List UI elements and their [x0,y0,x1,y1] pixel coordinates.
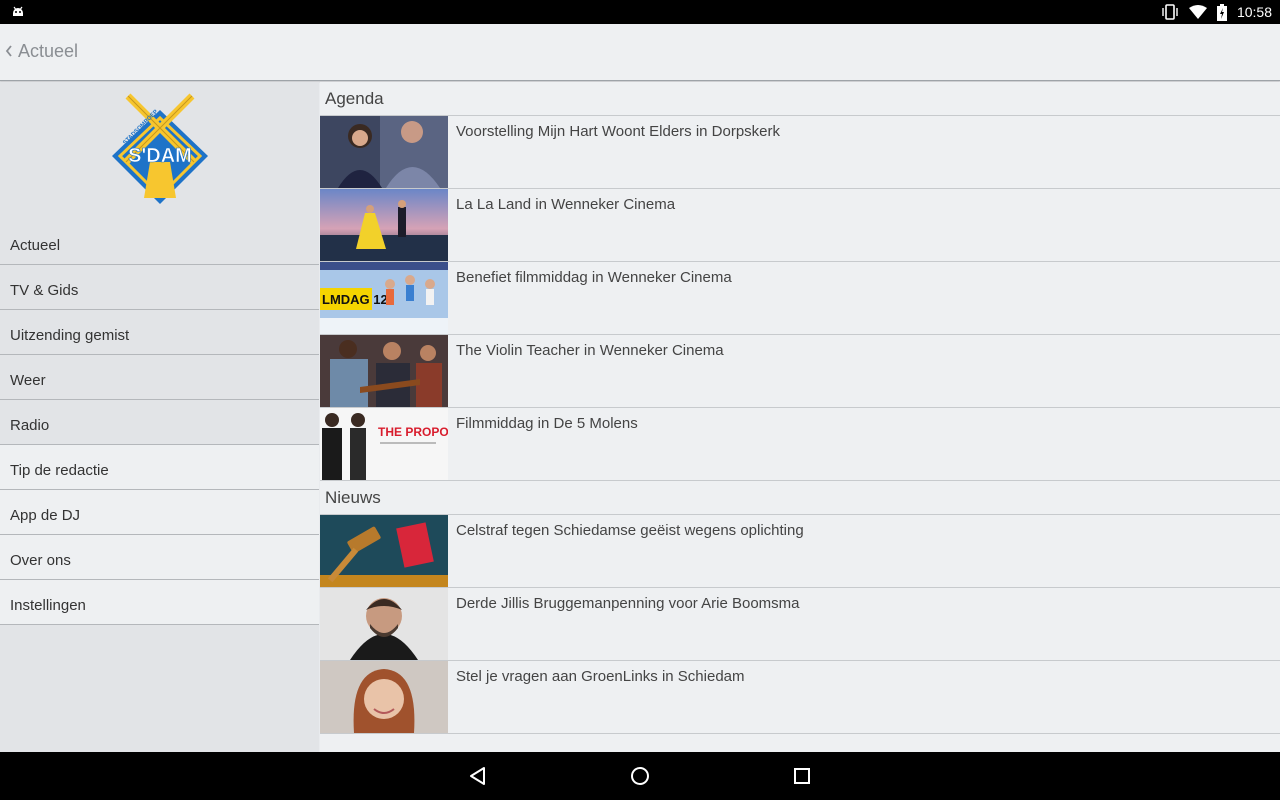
list-item-title: Benefiet filmmiddag in Wenneker Cinema [456,269,732,286]
list-item-title: La La Land in Wenneker Cinema [456,196,676,213]
sidebar-item-actueel[interactable]: Actueel [0,212,319,265]
sidebar-item-label: Weer [10,372,46,389]
thumbnail-image [320,661,448,733]
sidebar-item-uitzending-gemist[interactable]: Uitzending gemist [0,310,319,355]
back-icon[interactable] [466,764,490,788]
thumbnail-image [320,189,448,261]
sidebar-item-label: App de DJ [10,507,81,524]
list-item[interactable]: Derde Jillis Bruggemanpenning voor Arie … [320,588,1280,661]
sidebar-item-label: Over ons [10,552,71,569]
sidebar-item-instellingen[interactable]: Instellingen [0,580,319,625]
sidebar-item-label: Actueel [10,237,61,254]
navigation-bar [0,752,1280,800]
content-list: Agenda Voorstelling Mijn Hart Woont Elde… [320,82,1280,752]
list-item[interactable]: Celstraf tegen Schiedamse geëist wegens … [320,515,1280,588]
home-icon[interactable] [628,764,652,788]
thumbnail-text: THE PROPOSAL [378,425,448,439]
clock: 10:58 [1236,4,1272,20]
thumbnail-text: LMDAG 12 [322,292,388,307]
status-bar: 10:58 [0,0,1280,24]
list-item-title: Celstraf tegen Schiedamse geëist wegens … [456,522,804,539]
list-item-title: Voorstelling Mijn Hart Woont Elders in D… [456,123,781,140]
list-item[interactable]: The Violin Teacher in Wenneker Cinema [320,335,1280,408]
back-chevron-icon[interactable] [4,41,14,61]
sidebar-item-label: Tip de redactie [10,462,109,479]
thumbnail-image: THE PROPOSAL [320,408,448,480]
sdam-logo: STADSOMROEP S'DAM [112,93,208,204]
list-item-title: Stel je vragen aan GroenLinks in Schieda… [456,668,745,685]
sidebar-item-label: Radio [10,417,50,434]
list-item[interactable]: La La Land in Wenneker Cinema [320,189,1280,262]
battery-icon [1216,3,1227,21]
list-item-title: Derde Jillis Bruggemanpenning voor Arie … [456,595,800,612]
section-title-agenda: Agenda [320,82,1280,116]
sidebar-item-weer[interactable]: Weer [0,355,319,400]
sidebar-item-label: TV & Gids [10,282,79,299]
sidebar-item-tv-gids[interactable]: TV & Gids [0,265,319,310]
page-title[interactable]: Actueel [18,41,78,62]
sidebar-item-label: Instellingen [10,597,86,614]
thumbnail-image: LMDAG 12 [320,262,448,334]
android-icon [13,6,23,16]
section-title-nieuws: Nieuws [320,481,1280,515]
vibrate-icon [1162,4,1178,20]
list-item[interactable]: THE PROPOSAL Filmmiddag in De 5 Molens [320,408,1280,481]
list-item[interactable]: Voorstelling Mijn Hart Woont Elders in D… [320,116,1280,189]
sidebar-menu: Actueel TV & Gids Uitzending gemist Weer… [0,212,319,625]
action-bar: Actueel [0,24,1280,81]
recents-icon[interactable] [790,764,814,788]
list-item[interactable]: Stel je vragen aan GroenLinks in Schieda… [320,661,1280,734]
list-item-title: Filmmiddag in De 5 Molens [456,415,638,432]
sidebar-item-label: Uitzending gemist [10,327,130,344]
sidebar-item-app-de-dj[interactable]: App de DJ [0,490,319,535]
list-item[interactable]: LMDAG 12 Benefiet filmmiddag in Wenneker… [320,262,1280,335]
list-item-title: The Violin Teacher in Wenneker Cinema [456,342,724,359]
thumbnail-image [320,116,448,188]
thumbnail-image [320,335,448,407]
wifi-icon [1188,5,1207,19]
thumbnail-image [320,588,448,660]
sidebar-item-tip-de-redactie[interactable]: Tip de redactie [0,445,319,490]
sidebar-item-radio[interactable]: Radio [0,400,319,445]
sidebar-item-over-ons[interactable]: Over ons [0,535,319,580]
thumbnail-image [320,515,448,587]
logo-main-text: S'DAM [128,145,192,167]
sidebar: STADSOMROEP S'DAM Actueel TV & Gids Uitz… [0,82,319,752]
